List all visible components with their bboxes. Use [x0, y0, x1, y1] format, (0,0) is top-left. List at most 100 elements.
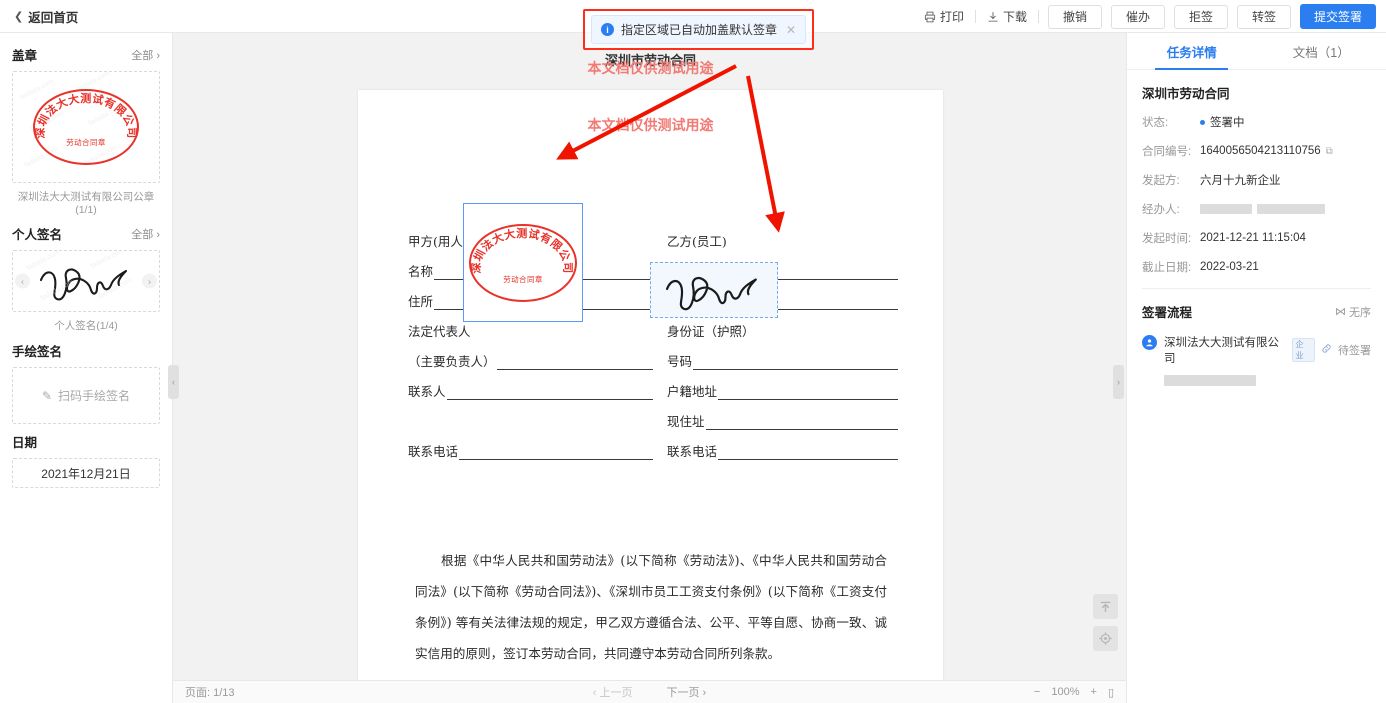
initiate-time-value: 2021-12-21 11:15:04 — [1200, 232, 1306, 244]
seal-view-all-link[interactable]: 全部 › — [131, 47, 160, 63]
signing-flow-header: 签署流程 ⋈ 无序 — [1142, 302, 1371, 321]
tab-task-details[interactable]: 任务详情 — [1127, 33, 1257, 70]
personal-signature-section-header: 个人签名 全部 › — [12, 224, 160, 243]
redacted-block — [1164, 375, 1256, 386]
date-stamp-option[interactable]: 2021年12月21日 — [12, 458, 160, 488]
collapse-left-panel-handle[interactable]: ‹ — [168, 365, 179, 399]
task-details-panel: 任务详情 文档（1） 深圳市劳动合同 状态: 签署中 合同编号: 1640056… — [1126, 33, 1386, 703]
person-icon — [1146, 339, 1153, 347]
zoom-controls: − 100% + ▯ — [1034, 686, 1114, 699]
personal-signature-thumbnail[interactable]: fadada.com fadada.com fadada.com fadada.… — [12, 250, 160, 312]
download-button[interactable]: 下载 — [976, 6, 1038, 28]
zoom-level-label: 100% — [1051, 686, 1080, 698]
panel-tabs: 任务详情 文档（1） — [1127, 33, 1386, 70]
copy-icon[interactable]: ⧉ — [1326, 146, 1333, 157]
enterprise-badge: 企业 — [1291, 338, 1315, 362]
viewer-float-buttons — [1093, 594, 1118, 651]
field-row-spacer — [408, 400, 653, 430]
viewer-bottom-bar: 页面: 1/13 ‹ 上一页 下一页 › − 100% + ▯ — [173, 680, 1126, 703]
chain-link-icon — [1322, 344, 1331, 353]
deadline-value: 2022-03-21 — [1200, 261, 1259, 273]
transfer-sign-button[interactable]: 转签 — [1237, 4, 1291, 29]
back-to-home-button[interactable]: ❮ 返回首页 — [14, 7, 78, 26]
download-icon — [988, 11, 998, 22]
seal-ring-text: 深圳法大大测试有限公司 — [33, 91, 138, 139]
redacted-block — [1200, 204, 1252, 214]
panel-divider — [1142, 288, 1371, 289]
locate-field-button[interactable] — [1093, 626, 1118, 651]
redacted-block — [1257, 204, 1325, 214]
top-actions-group: 打印 下载 撤销 催办 拒签 转签 提交签署 — [913, 0, 1376, 33]
next-signature-button[interactable]: › — [142, 273, 157, 289]
contract-name: 深圳市劳动合同 — [1142, 87, 1230, 101]
prev-signature-button[interactable]: ‹ — [15, 273, 30, 289]
link-icon[interactable] — [1321, 343, 1332, 357]
signer-list-item: 深圳法大大测试有限公司 企业 待签署 — [1142, 334, 1371, 391]
status-dot-icon — [1200, 119, 1205, 125]
target-icon — [1099, 632, 1112, 645]
contract-number-value: 1640056504213110756 — [1200, 145, 1321, 157]
panel-body: 深圳市劳动合同 状态: 签署中 合同编号: 164005650421311075… — [1127, 70, 1386, 391]
status-value: 签署中 — [1210, 117, 1245, 129]
placed-seal-ring-text: 深圳法大大测试有限公司 — [469, 226, 574, 274]
back-to-home-label: 返回首页 — [28, 10, 79, 25]
pen-icon: ✎ — [41, 388, 53, 403]
field-row: （主要负责人） — [408, 340, 653, 370]
avatar — [1142, 335, 1157, 350]
personal-signature-view-all-link[interactable]: 全部 › — [131, 226, 160, 242]
reject-sign-button[interactable]: 拒签 — [1174, 4, 1228, 29]
signature-ink-graphic — [39, 268, 128, 301]
printer-icon — [924, 11, 936, 22]
fit-page-button[interactable]: ▯ — [1108, 686, 1114, 699]
page-watermark-inner: 本文档仅供测试用途 — [587, 118, 714, 134]
detail-handler: 经办人: — [1142, 201, 1371, 217]
detail-initiate-time: 发起时间: 2021-12-21 11:15:04 — [1142, 232, 1306, 245]
submit-sign-button[interactable]: 提交签署 — [1300, 4, 1376, 29]
draw-signature-section-header: 手绘签名 — [12, 341, 160, 360]
seal-bottom-text: 劳动合同章 — [66, 138, 106, 147]
detail-deadline: 截止日期: 2022-03-21 — [1142, 261, 1259, 274]
zoom-in-button[interactable]: + — [1091, 686, 1097, 698]
seal-section-header: 盖章 全部 › — [12, 45, 160, 64]
collapse-right-panel-handle[interactable]: › — [1113, 365, 1124, 399]
svg-text:深圳法大大测试有限公司: 深圳法大大测试有限公司 — [33, 91, 138, 139]
svg-text:深圳法大大测试有限公司: 深圳法大大测试有限公司 — [469, 226, 574, 274]
page-indicator: 页面: 1/13 — [185, 687, 235, 699]
chevron-left-icon: ❮ — [14, 10, 24, 23]
signing-flow-order-label: 无序 — [1349, 306, 1371, 319]
document-viewer[interactable]: 深圳市劳动合同 本文档仅供测试用途 本文档仅供测试用途 深圳法大大测试有限公司 … — [173, 33, 1126, 703]
signer-row: 深圳法大大测试有限公司 企业 待签署 — [1164, 334, 1371, 366]
placed-seal-bottom-text: 劳动合同章 — [503, 274, 543, 284]
scan-to-draw-signature-button[interactable]: ✎ 扫码手绘签名 — [12, 367, 160, 424]
signing-flow-order: ⋈ 无序 — [1335, 304, 1371, 320]
document-page: 深圳市劳动合同 本文档仅供测试用途 本文档仅供测试用途 深圳法大大测试有限公司 … — [358, 54, 943, 703]
page-watermark-top: 本文档仅供测试用途 — [587, 61, 714, 77]
next-page-button[interactable]: 下一页 › — [667, 684, 707, 700]
scroll-to-top-button[interactable] — [1093, 594, 1118, 619]
signer-info: 深圳法大大测试有限公司 企业 待签署 — [1164, 334, 1371, 391]
placed-signature-field[interactable] — [650, 262, 778, 318]
close-icon[interactable]: ✕ — [786, 23, 796, 37]
seal-section-title: 盖章 — [12, 49, 38, 63]
placed-seal-field[interactable]: 深圳法大大测试有限公司 劳动合同章 — [463, 203, 583, 322]
print-button[interactable]: 打印 — [913, 6, 975, 28]
personal-signature-caption: 个人签名(1/4) — [54, 320, 118, 332]
seal-caption: 深圳法大大测试有限公司公章(1/1) — [17, 191, 155, 216]
prev-page-button[interactable]: ‹ 上一页 — [593, 684, 633, 700]
revoke-button[interactable]: 撤销 — [1048, 4, 1102, 29]
detail-contract-number: 合同编号: 1640056504213110756 ⧉ — [1142, 145, 1333, 158]
signing-flow-title: 签署流程 — [1142, 306, 1193, 320]
detail-initiator: 发起方: 六月十九新企业 — [1142, 172, 1371, 188]
download-label: 下载 — [1002, 10, 1027, 24]
tab-documents[interactable]: 文档（1） — [1257, 33, 1386, 69]
initiator-value: 六月十九新企业 — [1200, 175, 1281, 187]
scan-to-draw-label: 扫码手绘签名 — [58, 389, 131, 403]
company-seal-graphic: 深圳法大大测试有限公司 劳动合同章 — [33, 89, 139, 165]
urge-button[interactable]: 催办 — [1111, 4, 1165, 29]
field-row: 联系电话 — [653, 430, 898, 460]
zoom-out-button[interactable]: − — [1034, 686, 1040, 698]
seal-thumbnail[interactable]: fadada.com fadada.com fadada.com fadada.… — [12, 71, 160, 183]
detail-status: 状态: 签署中 — [1142, 114, 1371, 130]
placed-seal-graphic: 深圳法大大测试有限公司 劳动合同章 — [469, 223, 577, 302]
party-b-column: 乙方(员工) — [653, 220, 898, 250]
